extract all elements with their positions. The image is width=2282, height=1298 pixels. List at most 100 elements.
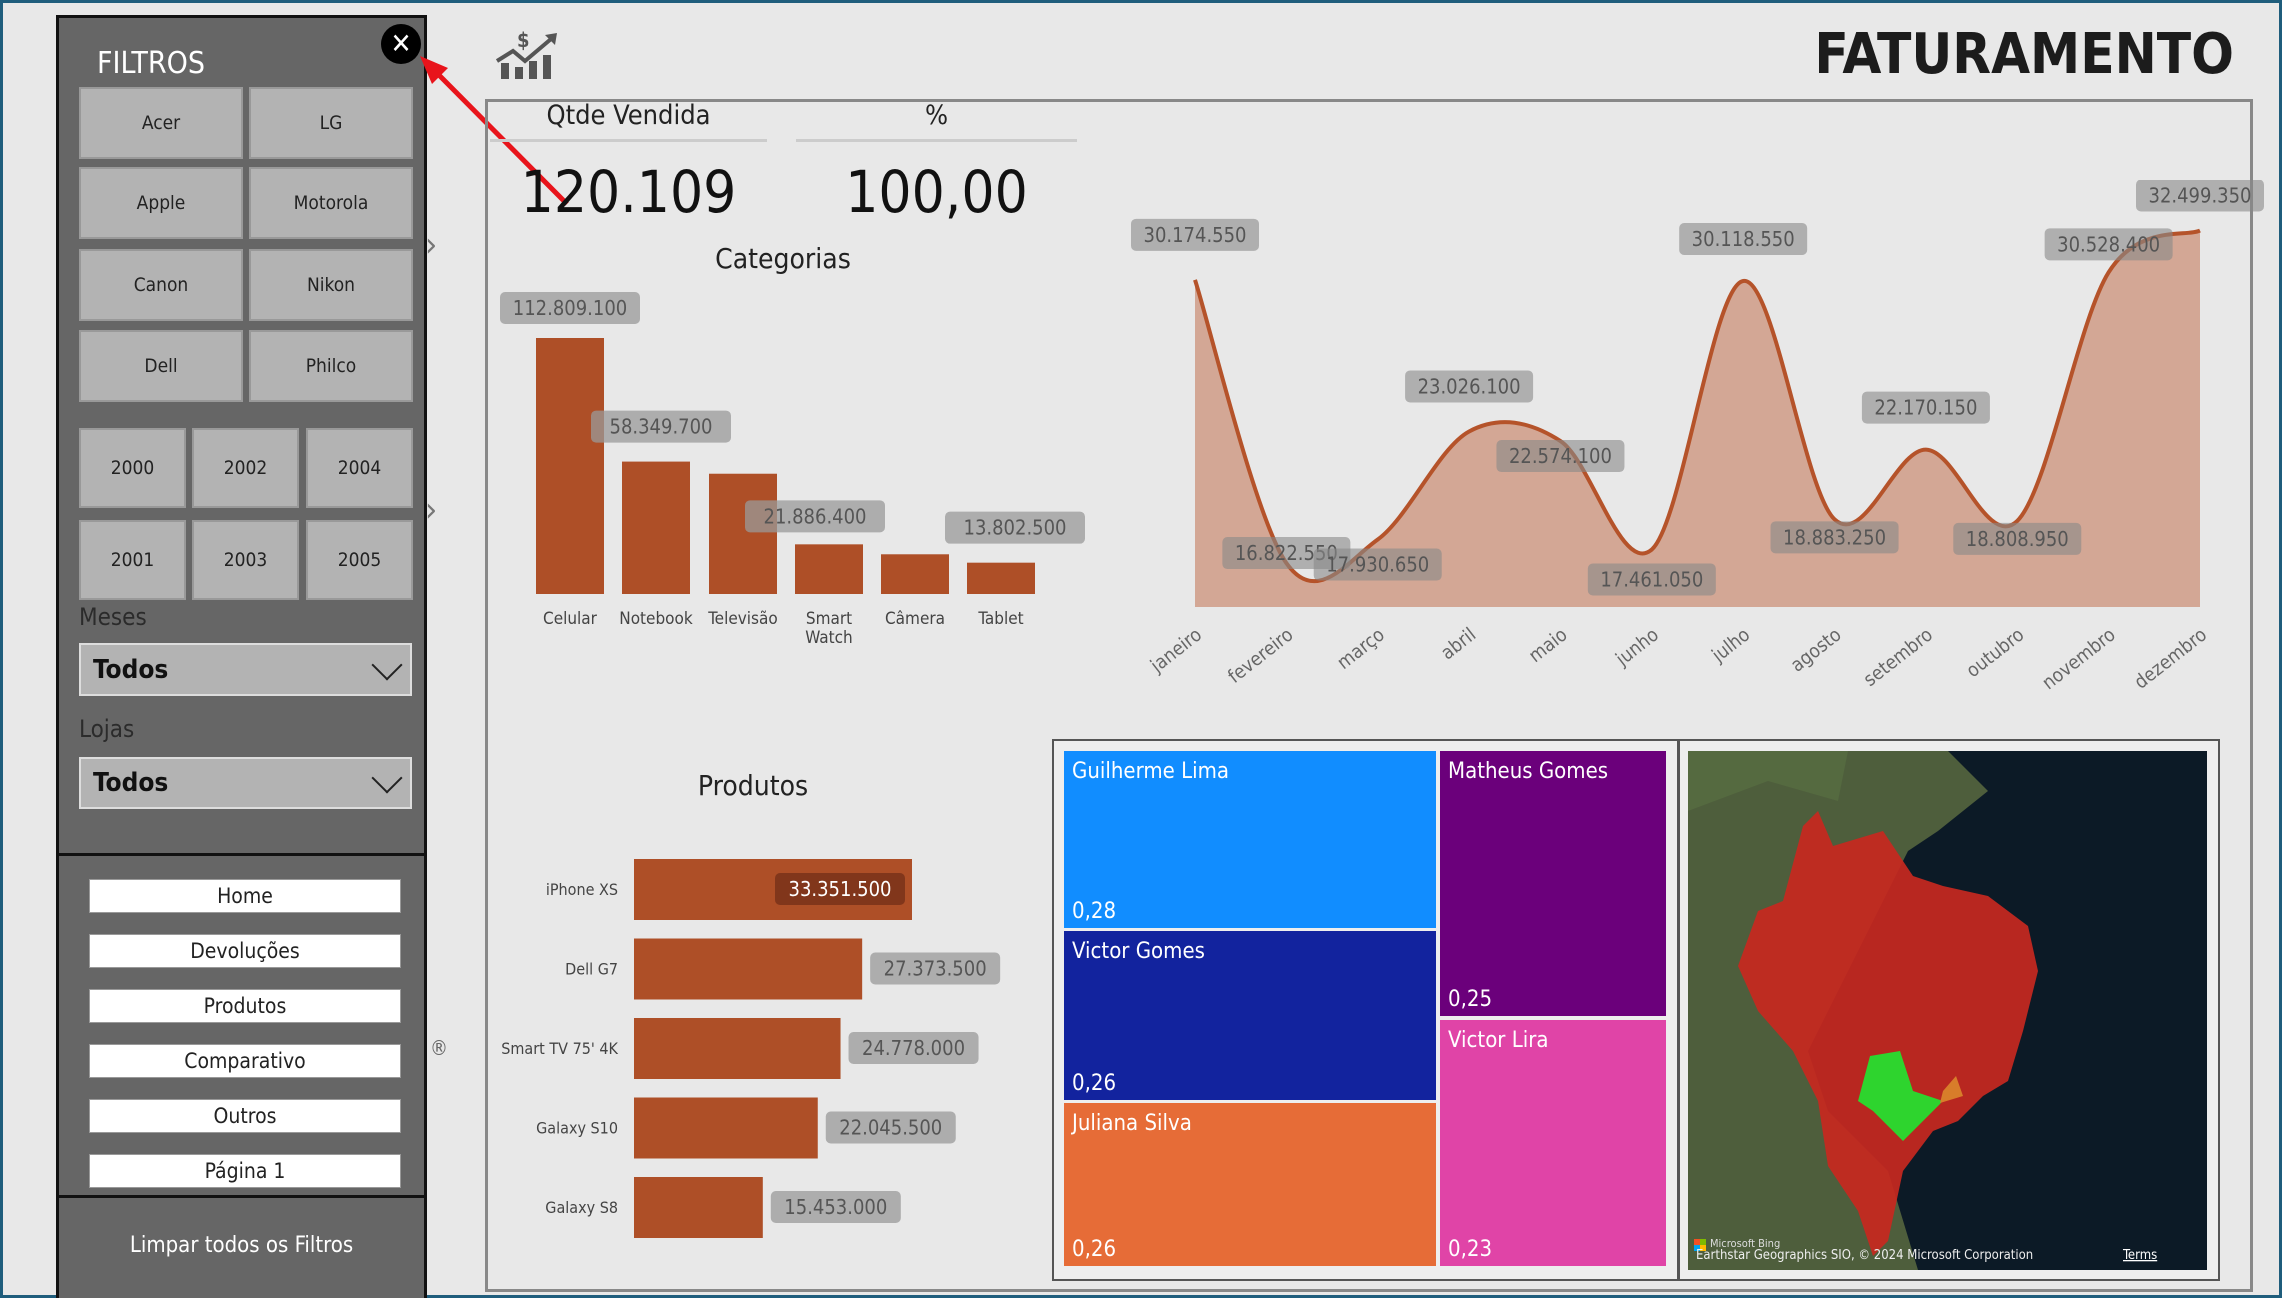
product-label: Galaxy S10 [536, 1119, 618, 1138]
data-label: 112.809.100 [513, 296, 627, 320]
year-filter-2003[interactable]: 2003 [192, 520, 299, 600]
category-bar[interactable] [536, 338, 604, 594]
data-label: 13.802.500 [964, 516, 1067, 540]
kpi-label-percent: % [924, 100, 949, 131]
chevron-down-icon [371, 762, 403, 794]
chevron-down-icon [371, 648, 403, 681]
treemap-tile-value: 0,26 [1072, 1071, 1117, 1096]
categories-chart-title: Categorias [715, 242, 851, 275]
treemap-tile[interactable]: Victor Gomes 0,26 [1064, 931, 1436, 1100]
category-label-line: Watch [805, 628, 853, 648]
brand-filter-canon[interactable]: Canon [79, 249, 243, 321]
chevron-right-icon: › [425, 225, 438, 265]
treemap-tile[interactable]: Juliana Silva 0,26 [1064, 1103, 1436, 1266]
category-bar[interactable] [709, 473, 777, 594]
month-label: agosto [1786, 624, 1845, 677]
category-bar[interactable] [795, 544, 863, 594]
categories-bar-chart: Celular 112.809.100 Notebook 58.349.700 Tele… [500, 292, 1085, 648]
product-bar[interactable] [634, 938, 863, 1000]
treemap-tile-name: Victor Lira [1448, 1028, 1549, 1053]
money-growth-chart-icon: $ [495, 29, 557, 79]
page-title: FATURAMENTO [1814, 22, 2234, 87]
category-label: Notebook [619, 609, 693, 629]
product-bar[interactable] [634, 1097, 818, 1159]
treemap-tile[interactable]: Matheus Gomes 0,25 [1440, 751, 1666, 1016]
divider [490, 139, 767, 142]
map-attribution: Earthstar Geographics SIO, © 2024 Micros… [1696, 1248, 2033, 1263]
month-label: abril [1437, 624, 1480, 665]
treemap-tile[interactable]: Victor Lira 0,23 [1440, 1020, 1666, 1266]
nav-button-1[interactable]: Devoluções [89, 934, 401, 968]
treemap-tile-value: 0,28 [1072, 899, 1117, 924]
year-filter-2000[interactable]: 2000 [79, 428, 186, 508]
category-label-line: Tablet [977, 609, 1023, 629]
category-bar[interactable] [622, 461, 690, 594]
brand-filter-apple[interactable]: Apple [79, 167, 243, 239]
brand-filter-dell[interactable]: Dell [79, 330, 243, 402]
monthly-revenue-area-chart: 30.174.550janeiro16.822.550fevereiro17.9… [1131, 180, 2264, 695]
month-label: setembro [1859, 624, 1937, 691]
year-filter-2001[interactable]: 2001 [79, 520, 186, 600]
data-label: 30.118.550 [1692, 227, 1795, 251]
month-label: novembro [2038, 624, 2120, 695]
category-label-line: Smart [806, 609, 852, 629]
stores-dropdown[interactable]: Todos [79, 757, 412, 809]
nav-button-5[interactable]: Página 1 [89, 1154, 401, 1188]
month-label: maio [1525, 624, 1572, 667]
year-filter-2004[interactable]: 2004 [306, 428, 413, 508]
category-label: Smart Watch [805, 609, 853, 648]
year-filter-2002[interactable]: 2002 [192, 428, 299, 508]
nav-button-2[interactable]: Produtos [89, 989, 401, 1023]
nav-button-0[interactable]: Home [89, 879, 401, 913]
clear-filters-button[interactable]: Limpar todos os Filtros [59, 1233, 424, 1258]
month-label: outubro [1962, 624, 2028, 682]
svg-text:$: $ [517, 29, 530, 52]
product-bar[interactable] [634, 1018, 841, 1079]
data-label: 17.461.050 [1600, 567, 1703, 591]
data-label: 30.174.550 [1144, 223, 1247, 247]
kpi-value-percent: 100,00 [845, 158, 1028, 226]
months-label: Meses [79, 603, 147, 631]
treemap-tile-value: 0,23 [1448, 1237, 1493, 1262]
product-bar[interactable] [634, 1177, 763, 1238]
data-label: 21.886.400 [764, 504, 867, 528]
treemap-tile-name: Guilherme Lima [1072, 759, 1230, 784]
treemap-tile-value: 0,25 [1448, 987, 1493, 1012]
year-filter-2005[interactable]: 2005 [306, 520, 413, 600]
month-label: julho [1707, 624, 1754, 668]
category-label-line: Televisão [707, 609, 778, 629]
category-bar[interactable] [967, 562, 1035, 594]
brand-filter-lg[interactable]: LG [249, 87, 413, 159]
data-label: 17.930.650 [1326, 553, 1429, 577]
category-label: Televisão [707, 609, 778, 629]
nav-button-3[interactable]: Comparativo [89, 1044, 401, 1078]
data-label: 22.574.100 [1509, 444, 1612, 468]
treemap-tile-value: 0,26 [1072, 1237, 1117, 1262]
treemap-tile[interactable]: Guilherme Lima 0,28 [1064, 751, 1436, 928]
months-dropdown[interactable]: Todos [79, 643, 412, 696]
brand-filter-nikon[interactable]: Nikon [249, 249, 413, 321]
data-label: 18.808.950 [1966, 527, 2069, 551]
treemap-tile-name: Victor Gomes [1072, 939, 1205, 964]
brand-filter-philco[interactable]: Philco [249, 330, 413, 402]
divider [796, 139, 1077, 142]
map-terms-link[interactable]: Terms [2122, 1248, 2157, 1263]
category-label: Câmera [885, 609, 945, 629]
nav-button-4[interactable]: Outros [89, 1099, 401, 1133]
month-label: março [1333, 624, 1389, 674]
kpi-value-qty: 120.109 [520, 158, 737, 226]
month-label: fevereiro [1224, 624, 1298, 688]
brazil-map[interactable]: Microsoft Bing Earthstar Geographics SIO… [1688, 751, 2207, 1270]
month-label: junho [1611, 624, 1663, 671]
data-label: 22.045.500 [839, 1116, 942, 1140]
category-label-line: Câmera [885, 609, 945, 629]
product-label: Smart TV 75' 4K [501, 1039, 618, 1058]
brand-filter-motorola[interactable]: Motorola [249, 167, 413, 239]
products-bar-chart: iPhone XS 33.351.500 Dell G7 27.373.500 Smar… [501, 859, 1001, 1238]
chevron-right-icon: › [425, 490, 438, 530]
stores-label: Lojas [79, 715, 135, 743]
category-bar[interactable] [881, 554, 949, 594]
brand-filter-acer[interactable]: Acer [79, 87, 243, 159]
product-label: Dell G7 [565, 960, 618, 979]
months-value: Todos [93, 654, 169, 685]
